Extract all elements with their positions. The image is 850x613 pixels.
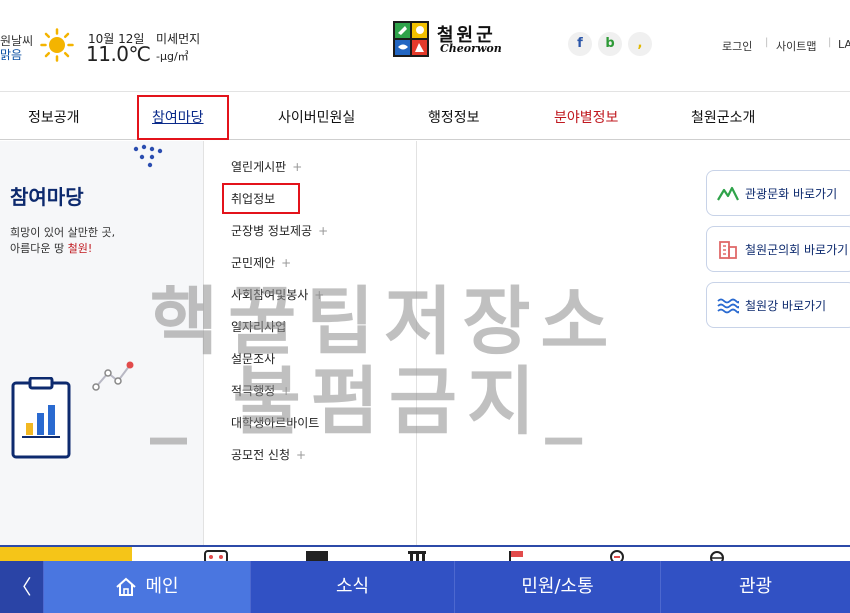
- content-strip: [0, 545, 850, 561]
- sun-icon: [40, 28, 74, 62]
- quick-link-label: 철원강 바로가기: [745, 299, 827, 313]
- submenu-label: 열린게시판: [231, 160, 287, 174]
- tab-civil-communication[interactable]: 민원/소통: [454, 561, 660, 613]
- util-divider: |: [765, 37, 769, 48]
- tab-tourism[interactable]: 관광: [660, 561, 850, 613]
- temperature: 11.0℃: [86, 42, 151, 66]
- plus-icon: +: [296, 448, 307, 462]
- tab-label: 민원/소통: [521, 576, 594, 597]
- highlight-box: [137, 95, 229, 140]
- pillar-icon: [408, 551, 426, 561]
- watermark-line2: _ 불펌금지_: [150, 359, 593, 445]
- util-divider: |: [828, 37, 832, 48]
- mega-description: 희망이 있어 살만한 곳, 아름다운 땅 철원!: [10, 225, 115, 257]
- mega-desc-prefix: 아름다운 땅: [10, 242, 68, 255]
- sitemap-link[interactable]: 사이트맵: [776, 38, 816, 54]
- site-header: 원날씨 맑음 10월 12일 11.0℃ 미세먼지 -μg/㎥ 철원군 Cheo…: [0, 0, 850, 92]
- fine-dust-value: -μg/㎥: [156, 50, 189, 63]
- building-icon: [719, 241, 737, 259]
- tab-label: 소식: [335, 576, 370, 597]
- tab-label: 관광: [738, 576, 773, 597]
- submenu-soldier-info[interactable]: 군장병 정보제공 +: [231, 222, 328, 239]
- highlight-box: [222, 183, 300, 214]
- gnb-item-about[interactable]: 철원군소개: [691, 107, 755, 127]
- home-icon: [116, 577, 137, 596]
- tab-news[interactable]: 소식: [250, 561, 454, 613]
- gnb-item-field-info[interactable]: 분야별정보: [554, 107, 618, 127]
- quick-link-tourism[interactable]: 관광문화 바로가기: [706, 170, 850, 216]
- bottom-navigation: 〈 메인 소식 민원/소통 관광: [0, 561, 850, 613]
- mega-desc-line1: 희망이 있어 살만한 곳,: [10, 226, 116, 239]
- language-link[interactable]: LA: [838, 38, 850, 51]
- blog-icon[interactable]: b: [598, 32, 622, 56]
- quick-link-council[interactable]: 철원군의회 바로가기: [706, 226, 850, 272]
- prev-arrow-icon[interactable]: 〈: [0, 561, 43, 613]
- tab-label: 메인: [145, 576, 179, 597]
- submenu-label: 군장병 정보제공: [231, 224, 313, 238]
- clipboard-chart-icon: [11, 377, 71, 459]
- main-navigation: 정보공개 참여마당 사이버민원실 행정정보 분야별정보 철원군소개: [0, 92, 850, 140]
- quick-link-label: 관광문화 바로가기: [745, 187, 838, 201]
- plus-icon: +: [292, 160, 303, 174]
- globe-icon: [710, 551, 724, 561]
- yellow-banner: [0, 547, 132, 561]
- gnb-item-info-disclosure[interactable]: 정보공개: [28, 107, 80, 127]
- facebook-icon[interactable]: f: [568, 32, 592, 56]
- mega-title: 참여마당: [10, 185, 84, 209]
- dots-decoration-icon: [133, 144, 163, 168]
- gnb-item-cyber-civil[interactable]: 사이버민원실: [278, 107, 355, 127]
- tab-main[interactable]: 메인: [43, 561, 250, 613]
- fine-dust-label: 미세먼지: [156, 32, 201, 46]
- weather-condition: 맑음: [0, 48, 23, 62]
- logo-text-en: Cheorwon: [440, 42, 502, 55]
- mega-desc-highlight: 철원!: [67, 242, 93, 255]
- wave-icon: [717, 298, 739, 314]
- graph-line-icon: [92, 361, 134, 391]
- bus-icon: [204, 550, 228, 561]
- logo-mark-icon: [393, 21, 429, 57]
- mega-desc-line2: 아름다운 땅 철원!: [10, 241, 115, 257]
- submenu-label: 공모전 신청: [231, 448, 291, 462]
- clapper-icon: [306, 551, 328, 561]
- cheorwon-logo[interactable]: 철원군 Cheorwon: [393, 21, 505, 57]
- mountain-icon: [717, 186, 739, 201]
- leaf-icon: [610, 550, 624, 561]
- quick-link-river[interactable]: 철원강 바로가기: [706, 282, 850, 328]
- kakao-icon[interactable]: ,: [628, 32, 652, 56]
- gnb-item-admin-info[interactable]: 행정정보: [428, 107, 480, 127]
- plus-icon: +: [318, 224, 329, 238]
- submenu-open-board[interactable]: 열린게시판 +: [231, 158, 302, 175]
- flag-icon: [509, 551, 523, 561]
- quick-link-label: 철원군의회 바로가기: [745, 243, 849, 257]
- login-link[interactable]: 로그인: [722, 38, 752, 54]
